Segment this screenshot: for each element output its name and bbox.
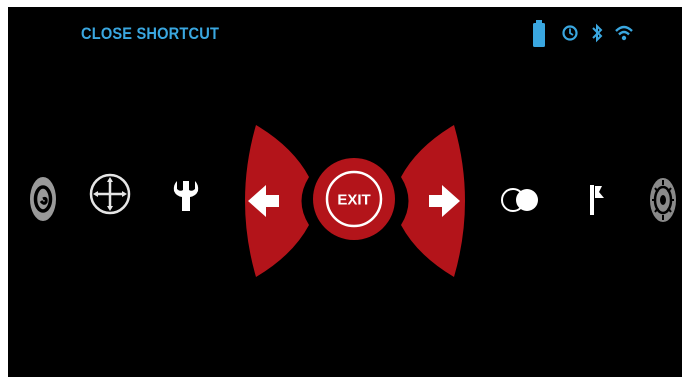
flag-icon[interactable]: [588, 183, 610, 217]
wrench-icon[interactable]: [171, 179, 201, 213]
color-mode-icon[interactable]: [500, 187, 544, 213]
spiral-icon[interactable]: [28, 174, 58, 224]
device-screen: CLOSE SHORTCUT EXIT: [8, 7, 682, 377]
bluetooth-icon: [589, 23, 605, 53]
exit-label: EXIT: [337, 192, 370, 209]
battery-icon: [532, 19, 546, 49]
right-arrow-icon[interactable]: [400, 125, 472, 277]
page-title: CLOSE SHORTCUT: [81, 24, 220, 43]
timer-icon: [561, 24, 579, 54]
settings-gear-icon[interactable]: [647, 175, 679, 225]
crosshair-icon[interactable]: [88, 172, 132, 216]
wifi-icon: [614, 24, 634, 54]
exit-button[interactable]: EXIT: [311, 156, 397, 242]
left-arrow-icon[interactable]: [238, 125, 310, 277]
